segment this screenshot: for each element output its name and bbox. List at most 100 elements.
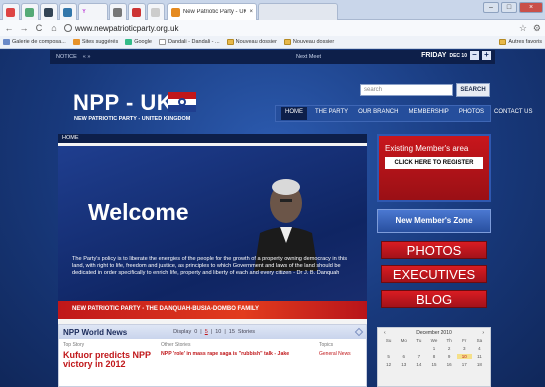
register-button[interactable]: CLICK HERE TO REGISTER: [385, 157, 483, 169]
calendar-date[interactable]: 4: [472, 346, 487, 351]
wrench-icon[interactable]: ⚙: [533, 23, 541, 34]
display-option[interactable]: 0: [194, 329, 197, 335]
folder-icon: [499, 39, 507, 45]
reload-icon[interactable]: C: [34, 23, 44, 33]
browser-tab[interactable]: [59, 3, 77, 20]
calendar-date[interactable]: 5: [381, 354, 396, 359]
top-strip: NOTICE « » Next Meet FRIDAY DEC 10 – +: [50, 50, 495, 64]
blog-button[interactable]: BLOG: [381, 290, 487, 308]
nav-membership[interactable]: MEMBERSHIP: [406, 107, 450, 120]
page-icon: [3, 39, 10, 45]
calendar-date[interactable]: 2: [442, 346, 457, 351]
tab-favicon-icon: [25, 7, 34, 17]
hero-banner: Welcome The Party's policy is to liberat…: [58, 146, 367, 319]
other-story-link[interactable]: NPP 'role' in mass rape saga is "rubbish…: [161, 351, 319, 369]
calendar-date[interactable]: 16: [442, 362, 457, 367]
browser-tab[interactable]: [40, 3, 58, 20]
calendar-date[interactable]: 18: [472, 362, 487, 367]
prev-month-icon[interactable]: ‹: [384, 330, 386, 336]
nav-contact-us[interactable]: CONTACT US: [492, 107, 534, 120]
close-window-button[interactable]: ×: [519, 2, 543, 13]
nav-photos[interactable]: PHOTOS: [457, 107, 486, 120]
bookmark-folder[interactable]: Nouveau dossier: [226, 39, 277, 45]
toolbar-right: ☆ ⚙: [519, 23, 541, 34]
browser-tab[interactable]: [147, 3, 165, 20]
calendar-date[interactable]: 11: [472, 354, 487, 359]
display-label: Display: [173, 329, 192, 335]
address-bar[interactable]: www.newpatrioticparty.org.uk: [64, 24, 178, 33]
news-header: NPP World News Display 0 | 5 | 10 | 15 Stor…: [59, 325, 366, 339]
star-icon[interactable]: ☆: [519, 23, 527, 34]
minus-icon[interactable]: –: [470, 51, 479, 60]
browser-toolbar: ← → C ⌂ www.newpatrioticparty.org.uk ☆ ⚙: [0, 20, 545, 36]
bookmark-item[interactable]: Sites suggérés: [72, 39, 118, 45]
calendar-date[interactable]: 17: [457, 362, 472, 367]
nav-home[interactable]: HOME: [281, 107, 307, 120]
bookmark-item[interactable]: Google: [125, 39, 152, 45]
minimize-button[interactable]: –: [483, 2, 499, 13]
topic-link[interactable]: General News: [319, 351, 351, 369]
display-option[interactable]: 10: [215, 329, 221, 335]
calendar-date: [396, 346, 411, 351]
calendar-date[interactable]: 9: [442, 354, 457, 359]
folder-icon: [226, 39, 234, 45]
calendar-day-header: Tu: [416, 338, 422, 343]
executives-button[interactable]: EXECUTIVES: [381, 265, 487, 283]
display-option-selected[interactable]: 5: [205, 329, 208, 335]
notice-label: NOTICE: [56, 54, 77, 60]
bookmark-item[interactable]: Galerie de composa...: [3, 39, 66, 45]
folder-icon: [283, 39, 291, 45]
back-icon[interactable]: ←: [4, 23, 14, 33]
calendar-date[interactable]: 12: [381, 362, 396, 367]
browser-tab[interactable]: [128, 3, 146, 20]
calendar-date: [411, 346, 426, 351]
notice-arrows[interactable]: « »: [83, 54, 91, 60]
display-suffix: Stories: [237, 329, 256, 335]
calendar-date[interactable]: 8: [426, 354, 441, 359]
calendar-day-header: Th: [446, 338, 452, 343]
calendar-date[interactable]: 3: [457, 346, 472, 351]
day-label: FRIDAY: [421, 52, 447, 59]
bookmark-folder[interactable]: Nouveau dossier: [283, 39, 334, 45]
calendar-header: ‹ December 2010 ›: [378, 328, 490, 338]
forward-icon[interactable]: →: [19, 23, 29, 33]
top-story-link[interactable]: Kufuor predicts NPP victory in 2012: [63, 351, 161, 369]
calendar-date[interactable]: 13: [396, 362, 411, 367]
diamond-icon[interactable]: [354, 327, 364, 337]
calendar-date[interactable]: 15: [426, 362, 441, 367]
nav-the-party[interactable]: THE PARTY: [313, 107, 350, 120]
other-bookmarks[interactable]: Autres favoris: [499, 39, 542, 45]
logo-subtitle: NEW PATRIOTIC PARTY - UNITED KINGDOM: [74, 116, 191, 122]
close-icon[interactable]: ×: [249, 9, 253, 15]
browser-tab[interactable]: Y: [78, 3, 108, 20]
col-top-story: Top Story: [63, 342, 85, 348]
gmail-icon: [132, 7, 141, 17]
calendar-date[interactable]: 7: [411, 354, 426, 359]
nav-our-branch[interactable]: OUR BRANCH: [356, 107, 400, 120]
maximize-button[interactable]: □: [501, 2, 517, 13]
browser-tab[interactable]: [21, 3, 39, 20]
breadcrumb[interactable]: HOME: [58, 134, 367, 143]
bookmark-label: Autres favoris: [508, 39, 542, 45]
calendar-date[interactable]: 14: [411, 362, 426, 367]
plus-icon[interactable]: +: [482, 51, 491, 60]
home-icon[interactable]: ⌂: [49, 23, 59, 33]
browser-tab[interactable]: [2, 3, 20, 20]
search-button[interactable]: SEARCH: [456, 83, 490, 97]
browser-tab-active[interactable]: New Patriotic Party - UK ×: [167, 3, 257, 20]
browser-tab[interactable]: [109, 3, 127, 20]
bookmark-item[interactable]: Dandali - Dandali - ...: [158, 39, 220, 45]
tab-title: New Patriotic Party - UK: [182, 9, 247, 15]
search-input[interactable]: search: [360, 84, 453, 96]
browser-tab-bar: Y New Patriotic Party - UK × – □ ×: [0, 0, 545, 20]
calendar-date[interactable]: 6: [396, 354, 411, 359]
calendar-date[interactable]: 1: [426, 346, 441, 351]
calendar-date[interactable]: 10: [456, 354, 472, 359]
new-member-zone-button[interactable]: New Member's Zone: [377, 209, 491, 233]
date-label: DEC 10: [449, 52, 467, 59]
site-logo[interactable]: NPP - UK: [73, 90, 173, 116]
next-month-icon[interactable]: ›: [482, 330, 484, 336]
display-option[interactable]: 15: [229, 329, 235, 335]
photos-button[interactable]: PHOTOS: [381, 241, 487, 259]
browser-tab[interactable]: [258, 3, 338, 20]
